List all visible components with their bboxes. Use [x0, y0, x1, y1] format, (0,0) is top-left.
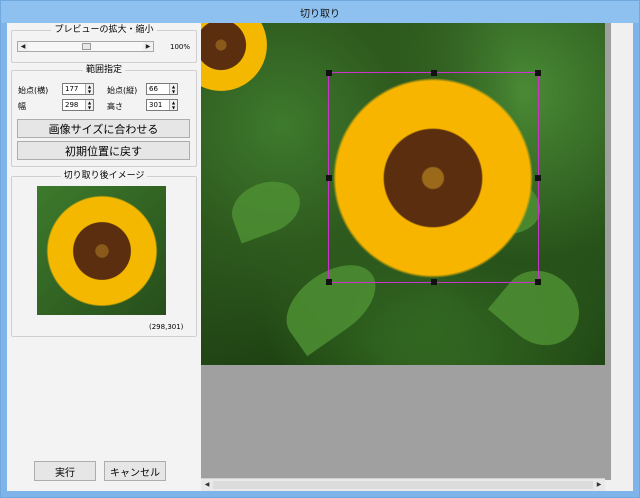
- preview-zoom-slider[interactable]: ◀ ▶: [17, 41, 154, 52]
- height-value: 301: [149, 101, 163, 109]
- scrollbar-track[interactable]: [213, 481, 593, 489]
- small-sunflower: [201, 23, 267, 91]
- start-y-label: 始点(縦): [107, 86, 138, 95]
- crop-handle-top[interactable]: [431, 70, 437, 76]
- cancel-button[interactable]: キャンセル: [104, 461, 166, 481]
- execute-button[interactable]: 実行: [34, 461, 96, 481]
- width-value: 298: [65, 101, 79, 109]
- spin-down-icon[interactable]: ▼: [86, 105, 93, 110]
- width-label: 幅: [18, 102, 26, 111]
- crop-handle-bottom[interactable]: [431, 279, 437, 285]
- start-x-spinner[interactable]: ▲ ▼: [85, 84, 93, 94]
- zoom-slider-thumb[interactable]: [82, 43, 91, 50]
- arrow-right-icon[interactable]: ▶: [143, 42, 153, 51]
- arrow-left-icon[interactable]: ◀: [18, 42, 28, 51]
- start-x-label: 始点(横): [18, 86, 49, 95]
- arrow-right-icon[interactable]: ▶: [594, 480, 604, 490]
- start-y-value: 66: [149, 85, 158, 93]
- canvas-horizontal-scrollbar[interactable]: ◀ ▶: [201, 478, 605, 491]
- crop-dialog-window: 切り取り プレビューの拡大・縮小 ◀ ▶ 100% 範囲指定 始点(横) 177…: [0, 0, 640, 498]
- start-x-value: 177: [65, 85, 79, 93]
- preview-zoom-legend: プレビューの拡大・縮小: [54, 25, 154, 35]
- crop-handle-bottom-left[interactable]: [326, 279, 332, 285]
- dialog-client-area: プレビューの拡大・縮小 ◀ ▶ 100% 範囲指定 始点(横) 177 ▲ ▼ 始…: [7, 23, 633, 491]
- spin-down-icon[interactable]: ▼: [86, 89, 93, 94]
- range-legend: 範囲指定: [85, 65, 122, 75]
- spin-down-icon[interactable]: ▼: [170, 89, 177, 94]
- width-spinner[interactable]: ▲ ▼: [85, 100, 93, 110]
- crop-handle-right[interactable]: [535, 175, 541, 181]
- arrow-left-icon[interactable]: ◀: [202, 480, 212, 490]
- image-canvas[interactable]: [201, 23, 611, 480]
- crop-handle-bottom-right[interactable]: [535, 279, 541, 285]
- start-x-input[interactable]: 177 ▲ ▼: [62, 83, 94, 95]
- preview-after-legend: 切り取り後イメージ: [63, 171, 145, 181]
- crop-size-text: (298,301): [149, 323, 184, 331]
- zoom-percent-label: 100%: [170, 43, 191, 51]
- titlebar[interactable]: 切り取り: [1, 1, 639, 23]
- height-spinner[interactable]: ▲ ▼: [169, 100, 177, 110]
- fit-image-size-button[interactable]: 画像サイズに合わせる: [17, 119, 190, 138]
- crop-handle-top-right[interactable]: [535, 70, 541, 76]
- width-input[interactable]: 298 ▲ ▼: [62, 99, 94, 111]
- height-label: 高さ: [107, 102, 123, 111]
- start-y-spinner[interactable]: ▲ ▼: [169, 84, 177, 94]
- crop-handle-left[interactable]: [326, 175, 332, 181]
- crop-selection-frame[interactable]: [326, 70, 541, 285]
- start-y-input[interactable]: 66 ▲ ▼: [146, 83, 178, 95]
- crop-handle-top-left[interactable]: [326, 70, 332, 76]
- cropped-preview-image: [37, 186, 166, 315]
- leaf-shape: [224, 172, 308, 244]
- height-input[interactable]: 301 ▲ ▼: [146, 99, 178, 111]
- preview-sunflower: [45, 194, 158, 307]
- reset-position-button[interactable]: 初期位置に戻す: [17, 141, 190, 160]
- window-title: 切り取り: [300, 8, 340, 20]
- spin-down-icon[interactable]: ▼: [170, 105, 177, 110]
- control-panel: プレビューの拡大・縮小 ◀ ▶ 100% 範囲指定 始点(横) 177 ▲ ▼ 始…: [7, 23, 201, 491]
